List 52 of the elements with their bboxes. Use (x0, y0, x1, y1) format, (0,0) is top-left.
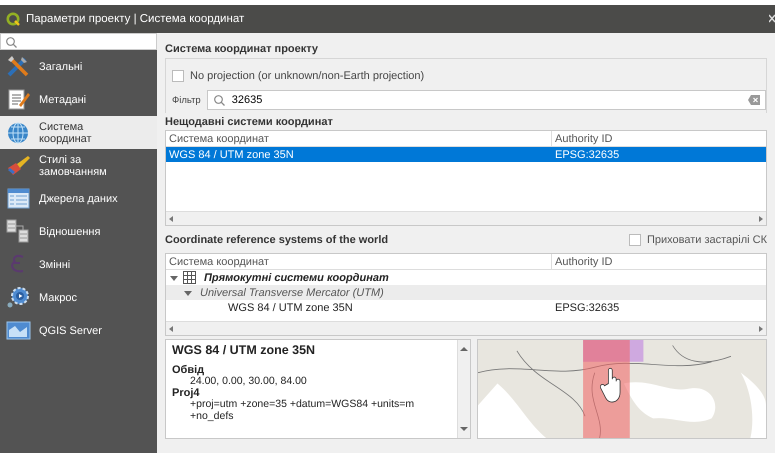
info-heading: Обвід (172, 364, 206, 376)
section-title: Coordinate reference systems of the world (165, 234, 388, 246)
checkbox[interactable] (172, 70, 184, 82)
table-cell[interactable]: EPSG:32635 (552, 302, 766, 314)
info-text: 24.00, 0.00, 30.00, 84.00 (190, 376, 308, 388)
info-text: +proj=utm +zone=35 +datum=WGS84 +units=m (190, 399, 416, 410)
search-icon (5, 36, 17, 48)
gear-icon (6, 285, 31, 310)
sidebar-item[interactable]: Відношення (0, 215, 157, 248)
checkbox-label: Приховати застарілі СК (646, 234, 767, 246)
table-cell[interactable]: WGS 84 / UTM zone 35N (166, 302, 552, 314)
close-icon[interactable] (769, 14, 775, 24)
crs-name: WGS 84 / UTM zone 35N (172, 345, 316, 356)
checkbox[interactable] (628, 234, 641, 246)
sidebar-item[interactable]: Джерела даних (0, 182, 157, 215)
horizontal-scrollbar[interactable] (166, 211, 766, 225)
column-header[interactable]: Authority ID (552, 131, 766, 146)
table-cell[interactable]: EPSG:32635 (552, 148, 766, 160)
search-field[interactable] (0, 33, 157, 50)
linked-tables-icon (6, 219, 31, 244)
expand-arrow-icon[interactable] (184, 288, 192, 296)
column-header[interactable]: Authority ID (552, 254, 766, 269)
checkbox-label: No projection (or unknown/non-Earth projection) (190, 70, 424, 82)
filter-field[interactable]: 32635 (206, 90, 766, 110)
sidebar-item[interactable]: Змінні (0, 248, 157, 281)
sidebar-item[interactable]: Макрос (0, 281, 157, 314)
table-cell[interactable]: WGS 84 / UTM zone 35N (166, 148, 552, 160)
sidebar-item[interactable]: Загальні (0, 50, 157, 83)
tree-item[interactable]: Прямокутні системи координат (201, 272, 392, 284)
info-heading: Proj4 (172, 388, 200, 398)
table-icon (6, 186, 31, 211)
column-header[interactable]: Система координат (166, 254, 552, 269)
search-icon (212, 94, 225, 106)
info-text: +no_defs (189, 410, 234, 422)
sidebar-item[interactable]: QGIS Server (0, 314, 157, 347)
document-pencil-icon (6, 87, 31, 112)
section-title: Система координат проекту (165, 43, 320, 57)
section-title: Нещодавні системи координат (165, 115, 334, 130)
vertical-scrollbar[interactable] (457, 340, 470, 438)
field-label: Фільтр (172, 94, 201, 106)
column-header[interactable]: Система координат (166, 131, 552, 146)
sidebar-item[interactable]: Система координат (0, 116, 157, 149)
app-logo-icon (6, 12, 20, 26)
globe-icon (6, 120, 31, 145)
horizontal-scrollbar[interactable] (166, 321, 766, 335)
clear-icon[interactable] (748, 95, 760, 105)
window-title: Параметри проекту | Система координат (26, 13, 246, 25)
sidebar-item[interactable]: Стилі за замовчанням (0, 149, 157, 182)
sidebar-item[interactable]: Метадані (0, 83, 157, 116)
expand-arrow-icon[interactable] (170, 274, 178, 282)
tools-icon (6, 54, 31, 79)
paint-brush-icon (6, 153, 31, 178)
